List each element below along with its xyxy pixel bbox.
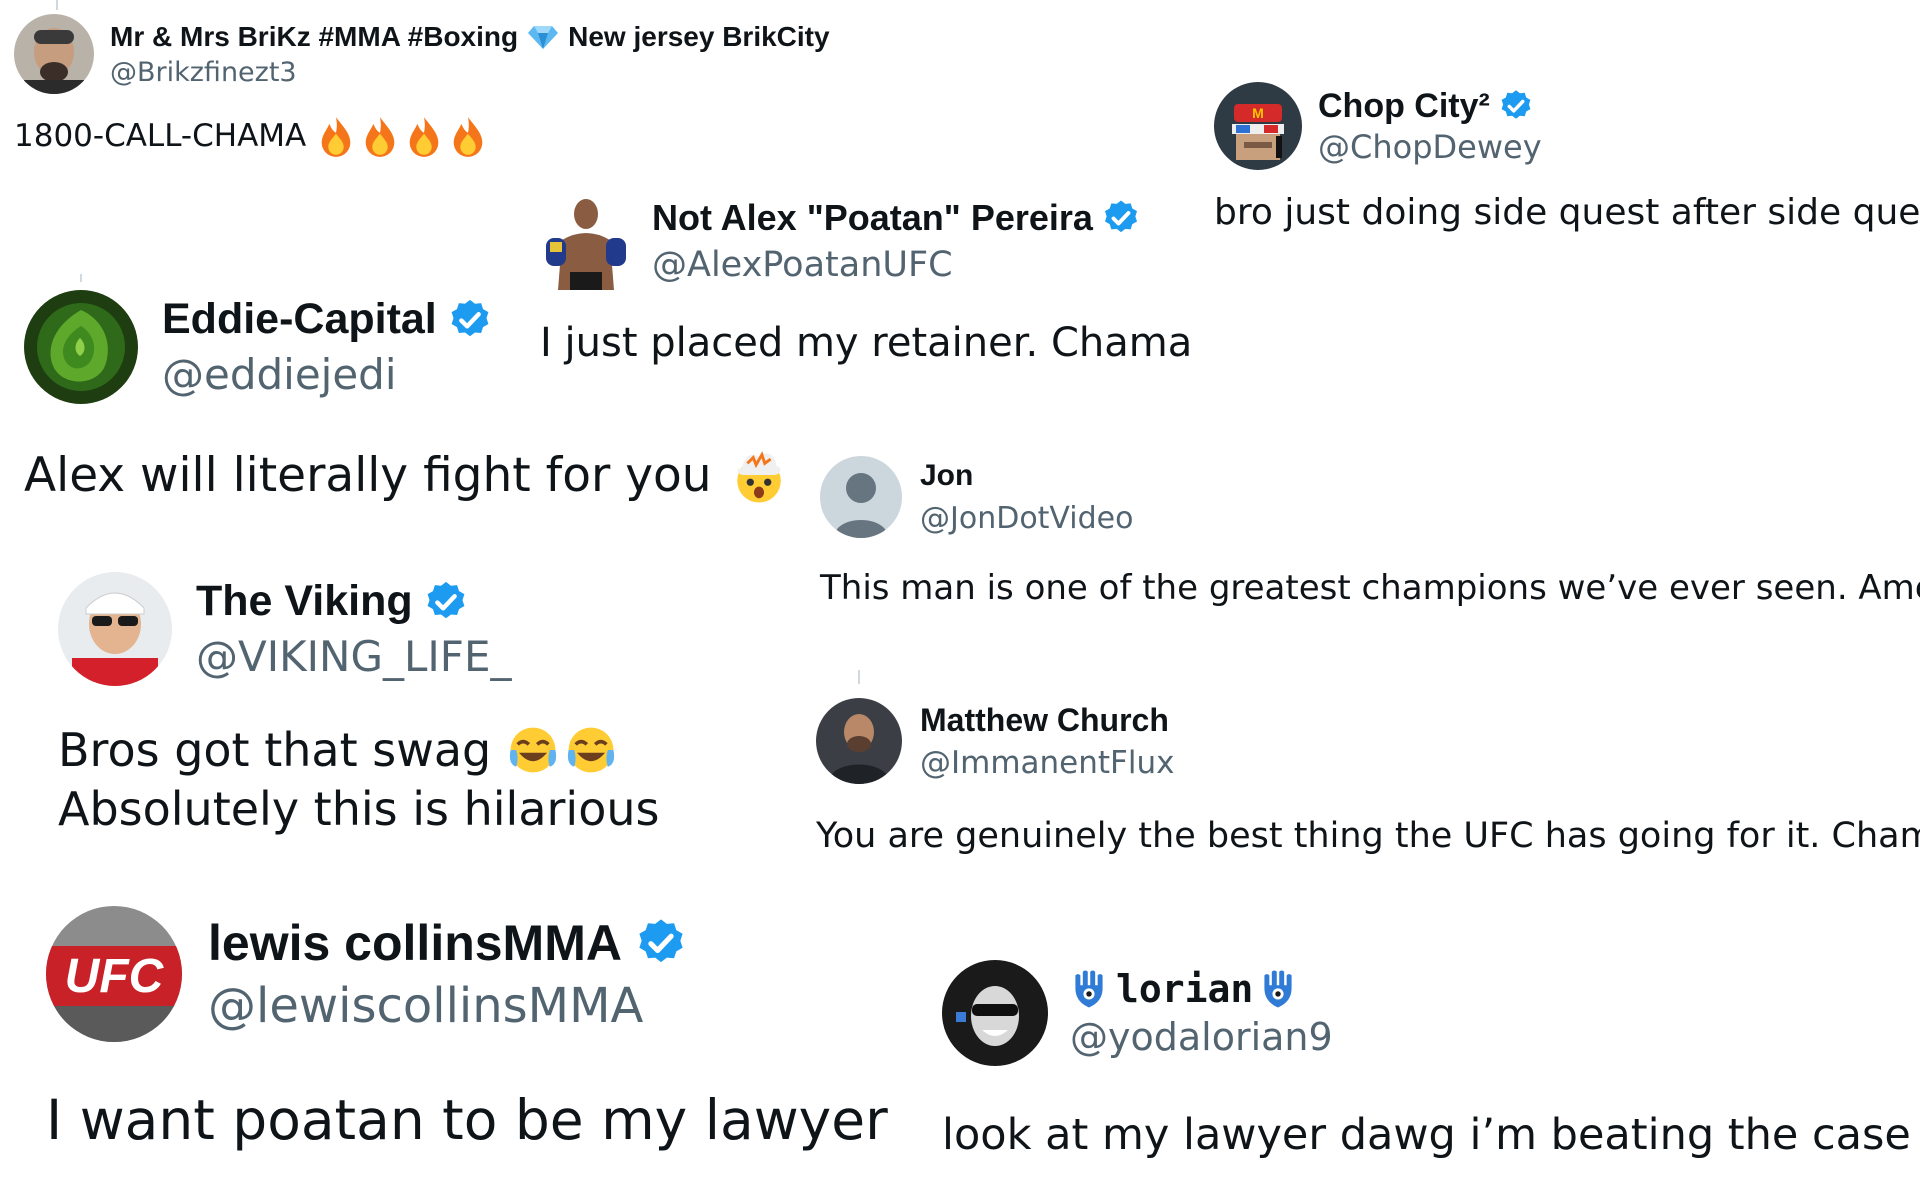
fire-icon [409, 117, 439, 157]
avatar[interactable] [820, 456, 902, 538]
handle[interactable]: @eddiejedi [162, 350, 493, 399]
tweet-text: You are genuinely the best thing the UFC… [816, 816, 1920, 856]
fire-icon [365, 117, 395, 157]
tweet-text-line-2: Absolutely this is hilarious [58, 782, 660, 836]
avatar[interactable] [24, 290, 138, 404]
hamsa-icon [1070, 968, 1108, 1010]
exploding-head-emoji-icon [730, 446, 788, 504]
handle[interactable]: @ChopDewey [1318, 128, 1542, 166]
tweet-text: look at my lawyer dawg i’m beating the c… [942, 1110, 1911, 1160]
hamsa-icon [1259, 968, 1297, 1010]
thread-line [80, 274, 82, 282]
thread-line [56, 0, 58, 10]
tweet-viking[interactable]: The Viking @VIKING_LIFE_ Bros got that s… [58, 572, 659, 836]
tears-of-joy-emoji-icon [505, 722, 561, 778]
avatar[interactable] [816, 698, 902, 784]
handle[interactable]: @Brikzfinezt3 [110, 57, 830, 88]
display-name[interactable]: Mr & Mrs BriKz #MMA #Boxing [110, 21, 518, 53]
gem-icon [528, 24, 559, 50]
display-name[interactable]: The Viking [196, 577, 413, 626]
verified-badge-icon [1498, 88, 1534, 124]
display-name[interactable]: Matthew Church [920, 702, 1169, 739]
handle[interactable]: @lewiscollinsMMA [208, 978, 688, 1034]
display-name[interactable]: lorian [1116, 967, 1253, 1011]
tweet-chopcity[interactable]: M Chop City² @ChopDewey bro just doing s… [1214, 82, 1920, 233]
avatar[interactable] [942, 960, 1048, 1066]
tweet-text: bro just doing side quest after side que… [1214, 192, 1920, 233]
verified-badge-icon [447, 297, 493, 343]
tweet-text: I want poatan to be my lawyer [46, 1088, 888, 1152]
tweet-text: 1800-CALL-CHAMA [14, 118, 307, 154]
tweet-text: Alex will literally fight for you [24, 447, 712, 503]
tweet-collage: Mr & Mrs BriKz #MMA #Boxing New jersey B… [0, 0, 1920, 1200]
tweet-matthewchurch[interactable]: Matthew Church @ImmanentFlux You are gen… [816, 698, 1920, 856]
fire-icon [453, 117, 483, 157]
thread-line [858, 670, 860, 684]
svg-text:M: M [1252, 105, 1264, 121]
tweet-lewiscollins[interactable]: UFC lewis collinsMMA @lewiscollinsMMA I … [46, 906, 888, 1152]
fire-emoji-group [314, 114, 490, 158]
handle[interactable]: @AlexPoatanUFC [652, 245, 1141, 285]
tweet-brikz[interactable]: Mr & Mrs BriKz #MMA #Boxing New jersey B… [14, 14, 830, 158]
fire-icon [321, 117, 351, 157]
avatar[interactable]: UFC [46, 906, 182, 1042]
avatar[interactable]: M [1214, 82, 1302, 170]
handle[interactable]: @JonDotVideo [920, 501, 1134, 536]
handle[interactable]: @ImmanentFlux [920, 745, 1175, 781]
avatar[interactable] [58, 572, 172, 686]
handle[interactable]: @yodalorian9 [1070, 1015, 1333, 1059]
display-name[interactable]: lewis collinsMMA [208, 914, 622, 972]
verified-badge-icon [634, 916, 688, 970]
handle[interactable]: @VIKING_LIFE_ [196, 632, 512, 681]
verified-badge-icon [1101, 198, 1141, 238]
avatar[interactable] [14, 14, 94, 94]
tweet-eddiecapital[interactable]: Eddie-Capital @eddiejedi Alex will liter… [24, 290, 788, 504]
tweet-jon[interactable]: Jon @JonDotVideo This man is one of the … [820, 456, 1920, 608]
display-name[interactable]: Jon [920, 459, 973, 493]
tweet-text-line-1: Bros got that swag [58, 723, 492, 777]
avatar[interactable] [542, 192, 630, 290]
verified-badge-icon [423, 579, 469, 625]
display-name[interactable]: Not Alex "Poatan" Pereira [652, 197, 1093, 239]
display-name[interactable]: Chop City² [1318, 87, 1490, 126]
tweet-text: This man is one of the greatest champion… [820, 568, 1920, 608]
display-name-suffix: New jersey BrikCity [568, 20, 830, 52]
svg-text:UFC: UFC [65, 950, 165, 1003]
tweet-lorian[interactable]: lorian @yodalorian9 look at my lawyer da… [942, 960, 1920, 1162]
display-name[interactable]: Eddie-Capital [162, 295, 437, 344]
tears-of-joy-emoji-icon [563, 722, 619, 778]
